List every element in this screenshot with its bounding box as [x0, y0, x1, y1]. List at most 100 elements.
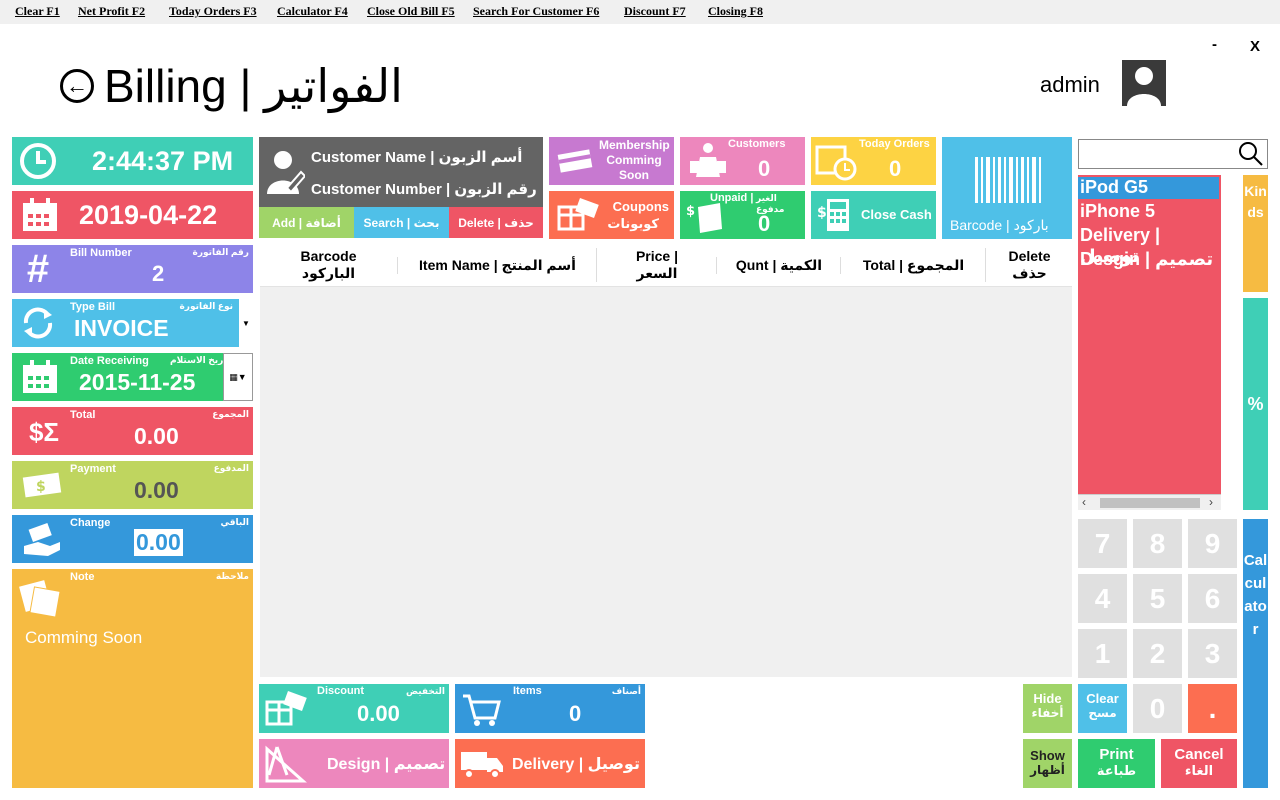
col-quantity[interactable]: Qunt | الكمية: [716, 257, 841, 274]
bill-number-value: 2: [152, 261, 165, 286]
menu-clear[interactable]: Clear F1: [15, 4, 60, 19]
membership-tile[interactable]: Membership Comming Soon: [549, 137, 674, 185]
scroll-thumb[interactable]: [1100, 498, 1200, 508]
total-label-en: Total: [70, 409, 96, 421]
delivery-truck-icon: [459, 747, 505, 781]
items-table-body[interactable]: [260, 287, 1072, 677]
customers-count: 0: [758, 156, 771, 181]
barcode-button[interactable]: Barcode | باركود: [942, 137, 1072, 239]
date-receiving-value[interactable]: 2015-11-25: [79, 369, 195, 396]
product-list[interactable]: iPod G5 iPhone 5 Delivery | توصيل Desgin…: [1078, 175, 1221, 510]
horizontal-scrollbar[interactable]: ‹ ›: [1078, 494, 1221, 510]
design-button[interactable]: Design | تصميم: [259, 739, 449, 788]
show-label-en: Show: [1030, 748, 1065, 763]
key-0[interactable]: 0: [1133, 684, 1182, 733]
delivery-button[interactable]: Delivery | توصيل: [455, 739, 645, 788]
percent-button[interactable]: %: [1243, 298, 1268, 510]
customer-panel: Customer Name | أسم الزبون Customer Numb…: [259, 137, 543, 207]
key-2[interactable]: 2: [1133, 629, 1182, 678]
hide-button[interactable]: Hide أخفاء: [1023, 684, 1072, 733]
svg-text:$: $: [36, 479, 46, 495]
items-count-tile: Items أصناف 0: [455, 684, 645, 733]
type-bill-dropdown[interactable]: Type Bill نوع الفاتورة INVOICE ▼: [12, 299, 253, 347]
unpaid-tile[interactable]: $ Unpaid | الغير مدفوع 0: [680, 191, 805, 239]
clear-button[interactable]: Clear مسح: [1078, 684, 1127, 733]
design-label: Design | تصميم: [327, 756, 446, 773]
list-item[interactable]: iPod G5: [1078, 177, 1219, 199]
membership-card-icon: [555, 147, 595, 175]
menu-net-profit[interactable]: Net Profit F2: [78, 4, 145, 19]
print-label-ar: طباعة: [1096, 763, 1137, 778]
back-arrow-icon[interactable]: ←: [60, 69, 94, 103]
items-table-header: Barcode الباركود Item Name | أسم المنتج P…: [260, 245, 1072, 287]
unpaid-count: 0: [758, 211, 771, 236]
menu-calculator[interactable]: Calculator F4: [277, 4, 348, 19]
cancel-button[interactable]: Cancel الغاء: [1161, 739, 1237, 788]
close-button[interactable]: X: [1250, 38, 1260, 55]
add-customer-button[interactable]: Add | أضافة: [259, 207, 354, 238]
hide-label-en: Hide: [1033, 691, 1062, 706]
key-decimal[interactable]: .: [1188, 684, 1237, 733]
key-9[interactable]: 9: [1188, 519, 1237, 568]
show-button[interactable]: Show أظهار: [1023, 739, 1072, 788]
list-item[interactable]: iPhone 5: [1080, 201, 1155, 222]
customer-number-field[interactable]: Customer Number | رقم الزبون: [311, 180, 537, 198]
scroll-left-icon[interactable]: ‹: [1082, 495, 1086, 509]
clear-label-ar: مسح: [1088, 706, 1117, 720]
key-7[interactable]: 7: [1078, 519, 1127, 568]
key-1[interactable]: 1: [1078, 629, 1127, 678]
customers-tile[interactable]: Customers 0: [680, 137, 805, 185]
coupons-label-ar: كوبونات: [607, 216, 659, 231]
customers-label: Customers: [728, 138, 786, 150]
menu-close-old-bill[interactable]: Close Old Bill F5: [367, 4, 455, 19]
date-picker-icon[interactable]: ▦▼: [223, 353, 253, 401]
col-delete[interactable]: Delete حذف: [985, 248, 1073, 282]
product-search-input[interactable]: [1078, 139, 1268, 169]
search-icon[interactable]: [1237, 140, 1265, 168]
coupons-tile[interactable]: Coupons كوبونات: [549, 191, 674, 239]
menu-closing[interactable]: Closing F8: [708, 4, 763, 19]
today-orders-label: Today Orders: [859, 138, 930, 150]
avatar[interactable]: [1122, 60, 1166, 106]
shopping-cart-icon: [461, 690, 501, 728]
col-total[interactable]: Total | المجموع: [840, 257, 986, 274]
payment-input[interactable]: 0.00: [134, 477, 179, 504]
print-button[interactable]: Print طباعة: [1078, 739, 1155, 788]
hand-money-icon: [20, 521, 64, 559]
change-label-ar: الباقي: [220, 517, 249, 527]
menu-today-orders[interactable]: Today Orders F3: [169, 4, 257, 19]
key-6[interactable]: 6: [1188, 574, 1237, 623]
calendar-icon: [20, 197, 60, 233]
calculator-money-icon: $: [817, 195, 857, 235]
col-barcode[interactable]: Barcode الباركود: [260, 248, 397, 282]
svg-text:$: $: [686, 204, 695, 219]
note-label-ar: ملاحظة: [215, 571, 249, 581]
search-customer-button[interactable]: Search | بحث: [354, 207, 449, 238]
key-8[interactable]: 8: [1133, 519, 1182, 568]
total-tile: $Σ Total المجموع 0.00: [12, 407, 253, 455]
close-cash-button[interactable]: $ Close Cash: [811, 191, 936, 239]
close-cash-label: Close Cash: [861, 207, 932, 222]
discount-tile[interactable]: Discount التخفيض 0.00: [259, 684, 449, 733]
key-4[interactable]: 4: [1078, 574, 1127, 623]
user-icon: [1127, 67, 1161, 106]
today-orders-tile[interactable]: Today Orders 0: [811, 137, 936, 185]
list-item[interactable]: Desgin | تصميم: [1080, 249, 1213, 270]
menu-search-customer[interactable]: Search For Customer F6: [473, 4, 599, 19]
svg-text:$: $: [817, 205, 827, 221]
col-item-name[interactable]: Item Name | أسم المنتج: [397, 257, 597, 274]
col-price[interactable]: Price | السعر: [596, 248, 717, 282]
key-3[interactable]: 3: [1188, 629, 1237, 678]
scroll-right-icon[interactable]: ›: [1209, 495, 1213, 509]
kinds-button[interactable]: Kinds: [1243, 175, 1268, 292]
shopper-icon: [690, 141, 726, 181]
clock-icon: [18, 141, 58, 181]
menu-discount[interactable]: Discount F7: [624, 4, 686, 19]
note-input[interactable]: Comming Soon: [25, 628, 142, 648]
minimize-button[interactable]: -: [1212, 36, 1217, 53]
chevron-down-icon[interactable]: ▼: [239, 299, 253, 347]
customer-name-field[interactable]: Customer Name | أسم الزبون: [311, 148, 522, 166]
calculator-button[interactable]: Calculator: [1243, 519, 1268, 788]
delete-customer-button[interactable]: Delete | حذف: [449, 207, 543, 238]
key-5[interactable]: 5: [1133, 574, 1182, 623]
